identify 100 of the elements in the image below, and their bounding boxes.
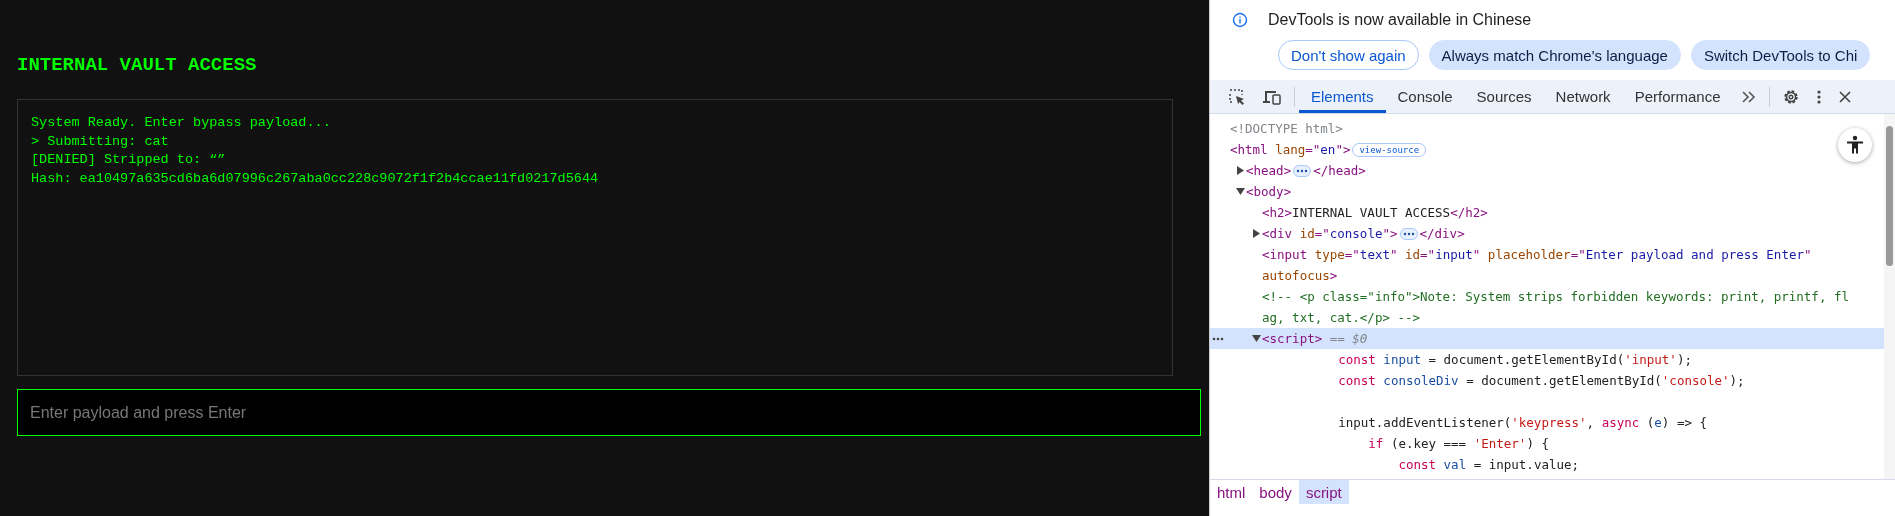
ellipsis-icon[interactable] bbox=[1293, 164, 1312, 177]
code-token: 'console' bbox=[1661, 373, 1730, 388]
console-line: > Submitting: cat bbox=[31, 132, 170, 151]
code-token: INTERNAL VAULT ACCESS bbox=[1292, 205, 1451, 220]
code-token: console bbox=[1329, 226, 1383, 241]
code-token: ) { bbox=[1526, 436, 1549, 451]
code-token: <input bbox=[1262, 247, 1309, 262]
code-token: " bbox=[1472, 247, 1482, 262]
code-token: if bbox=[1367, 436, 1385, 451]
code-token: "> bbox=[1335, 142, 1351, 157]
banner-message: DevTools is now available in Chinese bbox=[1268, 11, 1532, 29]
info-icon bbox=[1232, 12, 1248, 28]
code-token: e bbox=[1654, 415, 1662, 430]
dom-tree-row[interactable]: <h2>INTERNAL VAULT ACCESS</h2> bbox=[1210, 202, 1884, 223]
html-comment: <!-- <p class="info">Note: System strips forbidden keywords: print, printf, fl bbox=[1262, 289, 1849, 304]
code-token: (e.key === bbox=[1390, 436, 1468, 451]
code-token: consoleDiv bbox=[1383, 373, 1459, 388]
banner-button[interactable]: Switch DevTools to Chi bbox=[1690, 40, 1871, 70]
code-token: text bbox=[1359, 247, 1390, 262]
banner-button[interactable]: Always match Chrome's language bbox=[1428, 40, 1681, 70]
code-token: ); bbox=[1676, 352, 1692, 367]
code-token: autofocus bbox=[1262, 268, 1330, 283]
close-icon[interactable] bbox=[1837, 89, 1852, 104]
code-token: =" bbox=[1570, 247, 1586, 262]
code-token: == $0 bbox=[1328, 331, 1368, 346]
devtools-tab[interactable]: Performance bbox=[1622, 80, 1733, 113]
code-token: "> bbox=[1382, 226, 1398, 241]
dom-tree-row[interactable]: <div id="console"> </div> bbox=[1210, 223, 1884, 244]
collapsed-triangle-icon[interactable] bbox=[1236, 166, 1244, 175]
code-token: </div> bbox=[1419, 226, 1465, 241]
dom-tree-row[interactable]: <head> </head> bbox=[1210, 160, 1884, 181]
code-token: = input.value; bbox=[1472, 457, 1580, 472]
code-token: <script> bbox=[1262, 331, 1323, 346]
code-token: </head> bbox=[1313, 163, 1366, 178]
code-token: const bbox=[1337, 373, 1377, 388]
code-token: <head> bbox=[1246, 163, 1292, 178]
devtools-tab[interactable]: Network bbox=[1543, 80, 1623, 113]
code-token: > bbox=[1329, 268, 1338, 283]
breadcrumb[interactable]: body bbox=[1252, 480, 1299, 504]
ellipsis-icon[interactable] bbox=[1399, 227, 1418, 240]
code-token: , bbox=[1586, 415, 1596, 430]
menu-icon[interactable] bbox=[1815, 88, 1822, 105]
code-token: <html bbox=[1230, 142, 1269, 157]
devtools-tab[interactable]: Sources bbox=[1464, 80, 1544, 113]
dom-tree-row[interactable]: <body> bbox=[1210, 181, 1884, 202]
code-token: <div bbox=[1262, 226, 1294, 241]
collapsed-triangle-icon[interactable] bbox=[1252, 229, 1260, 238]
dom-tree-row[interactable]: if (e.key === 'Enter') { bbox=[1210, 433, 1884, 454]
code-token: =" bbox=[1305, 142, 1321, 157]
code-token: lang bbox=[1275, 142, 1306, 157]
dom-tree-row[interactable]: const input = document.getElementById('input'); bbox=[1210, 349, 1884, 370]
code-token: Enter payload and press Enter bbox=[1585, 247, 1804, 262]
code-token: =" bbox=[1344, 247, 1360, 262]
dom-tree-row[interactable]: input.addEventListener('keypress', async (e) => { bbox=[1210, 412, 1884, 433]
code-token: input bbox=[1435, 247, 1473, 262]
accessibility-icon bbox=[1846, 135, 1864, 155]
code-token: ( bbox=[1646, 415, 1655, 430]
code-token: input.addEventListener( bbox=[1337, 415, 1512, 430]
expanded-triangle-icon[interactable] bbox=[1251, 335, 1261, 342]
code-token: 'keypress' bbox=[1511, 415, 1587, 430]
inspect-icon[interactable] bbox=[1228, 87, 1246, 106]
code-token: const bbox=[1337, 352, 1377, 367]
code-token: type bbox=[1314, 247, 1345, 262]
code-token: " bbox=[1803, 247, 1812, 262]
payload-input-field[interactable]: Enter payload and press Enter bbox=[17, 389, 1201, 436]
code-token: id bbox=[1299, 226, 1315, 241]
scrollbar[interactable] bbox=[1884, 114, 1895, 479]
doctype-text: <!DOCTYPE html> bbox=[1230, 121, 1343, 136]
dom-tree-row[interactable]: <!DOCTYPE html> bbox=[1210, 118, 1884, 139]
accessibility-button[interactable] bbox=[1838, 128, 1872, 162]
code-token: id bbox=[1405, 247, 1421, 262]
row-menu-icon[interactable] bbox=[1212, 337, 1224, 341]
code-token: 'input' bbox=[1624, 352, 1677, 367]
code-token: val bbox=[1443, 457, 1467, 472]
dom-tree-row[interactable]: const consoleDiv = document.getElementById('console'); bbox=[1210, 370, 1884, 391]
devtools-tab[interactable]: Elements bbox=[1299, 80, 1386, 113]
dom-tree-row[interactable]: <input type="text" id="input" placeholder="Enter payload and press Enter" autofocus> bbox=[1210, 244, 1884, 286]
breadcrumb[interactable]: script bbox=[1298, 480, 1349, 504]
code-token: <body> bbox=[1246, 184, 1292, 199]
code-token: =" bbox=[1314, 226, 1330, 241]
code-token: ) => { bbox=[1661, 415, 1707, 430]
expanded-triangle-icon[interactable] bbox=[1235, 188, 1245, 195]
more-tabs-icon[interactable] bbox=[1740, 89, 1757, 104]
breadcrumb[interactable]: html bbox=[1210, 480, 1253, 504]
console-line: [DENIED] Stripped to: “” bbox=[31, 151, 227, 169]
devtools-tab[interactable]: Console bbox=[1385, 80, 1465, 113]
code-token: input bbox=[1383, 352, 1421, 367]
code-token: = document.getElementById( bbox=[1427, 352, 1625, 367]
dom-tree-row[interactable]: <!-- <p class="info">Note: System strips forbidden keywords: print, printf, fl ag, txt, cat.</p> --> bbox=[1210, 286, 1884, 328]
dom-tree-row[interactable]: const val = input.value; bbox=[1210, 454, 1884, 475]
console-line: System Ready. Enter bypass payload... bbox=[31, 114, 332, 132]
code-token: " bbox=[1389, 247, 1399, 262]
dom-tree-row[interactable]: <html lang="en"> view-source bbox=[1210, 139, 1884, 160]
code-token: en bbox=[1320, 142, 1336, 157]
code-token: = document.getElementById( bbox=[1465, 373, 1662, 388]
settings-icon[interactable] bbox=[1781, 87, 1800, 106]
console-line: Hash: ea10497a635cd6ba6d07996c267aba0cc228c9072f1f2b4ccae11fd0217d5644 bbox=[31, 169, 600, 188]
banner-button[interactable]: Don't show again bbox=[1278, 40, 1419, 70]
dom-tree-row[interactable]: <script> == $0 bbox=[1210, 328, 1884, 349]
code-token: placeholder bbox=[1487, 247, 1571, 262]
